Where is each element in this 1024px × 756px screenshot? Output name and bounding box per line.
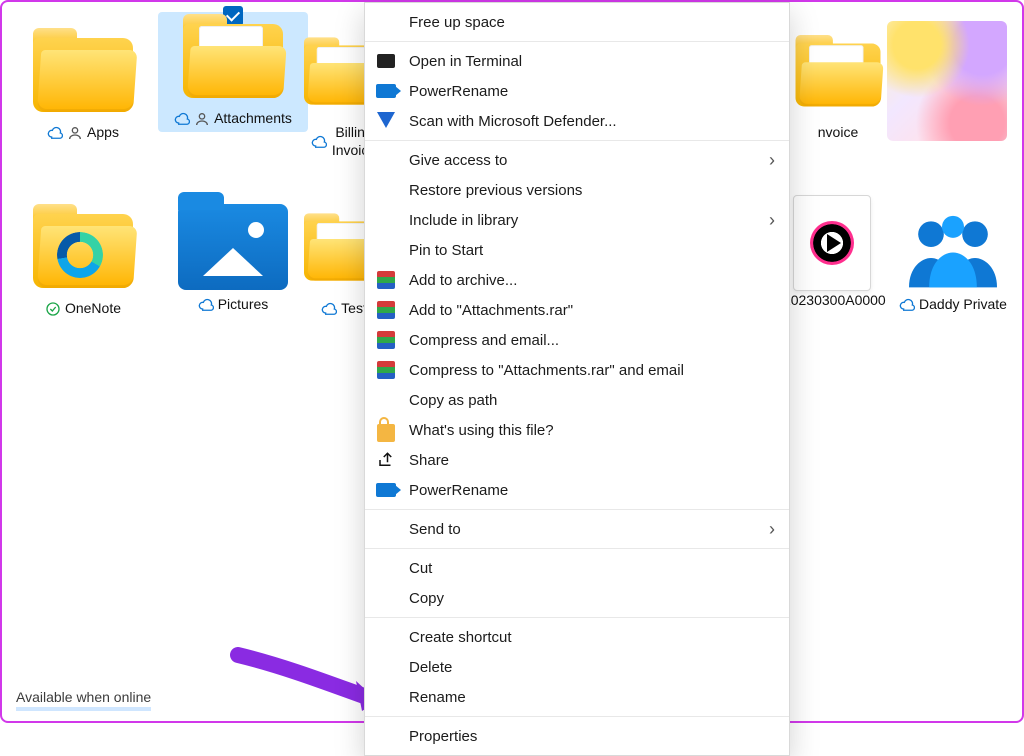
chevron-right-icon: › [769, 519, 775, 540]
people-icon [898, 202, 1008, 292]
menu-free-up-space[interactable]: Free up space [365, 7, 789, 37]
status-bar: Available when online [16, 689, 151, 711]
cloud-icon [174, 111, 190, 127]
menu-open-terminal[interactable]: Open in Terminal [365, 46, 789, 76]
separator [365, 41, 789, 42]
blank-icon [375, 239, 397, 261]
item-label: OneNote [65, 300, 121, 318]
item-label: -20230300A0000 [778, 292, 885, 310]
menu-send-to[interactable]: Send to › [365, 514, 789, 544]
chevron-right-icon: › [769, 150, 775, 171]
item-label: Daddy Private [919, 296, 1007, 314]
menu-powerrename-2[interactable]: PowerRename [365, 475, 789, 505]
menu-compress-email[interactable]: Compress and email... [365, 325, 789, 355]
item-label: Apps [87, 124, 119, 142]
item-label: nvoice [818, 124, 858, 142]
separator [365, 509, 789, 510]
cloud-icon [321, 301, 337, 317]
rar-icon [375, 299, 397, 321]
menu-compress-rar-email[interactable]: Compress to "Attachments.rar" and email [365, 355, 789, 385]
menu-create-shortcut[interactable]: Create shortcut [365, 622, 789, 652]
video-file-icon [777, 198, 887, 288]
chevron-right-icon: › [769, 210, 775, 231]
folder-item-onenote[interactable]: OneNote [8, 202, 158, 322]
menu-properties[interactable]: Properties [365, 721, 789, 751]
menu-pin-start[interactable]: Pin to Start [365, 235, 789, 265]
blank-icon [375, 179, 397, 201]
folder-icon [28, 30, 138, 120]
file-item-daddy-private[interactable]: Daddy Private [878, 198, 1024, 318]
separator [365, 140, 789, 141]
cloud-icon [47, 125, 63, 141]
item-label: Attachments [214, 110, 292, 128]
rar-icon [375, 269, 397, 291]
separator [365, 617, 789, 618]
blank-icon [375, 725, 397, 747]
menu-share[interactable]: Share [365, 445, 789, 475]
menu-delete[interactable]: Delete [365, 652, 789, 682]
folder-icon [28, 206, 138, 296]
shield-icon [375, 110, 397, 132]
blank-icon [375, 389, 397, 411]
image-icon [882, 16, 1012, 146]
item-label: Pictures [218, 296, 269, 314]
person-icon [67, 125, 83, 141]
blank-icon [375, 626, 397, 648]
blank-icon [375, 587, 397, 609]
menu-add-archive[interactable]: Add to archive... [365, 265, 789, 295]
share-icon [375, 449, 397, 471]
context-menu: Free up space Open in Terminal PowerRena… [364, 2, 790, 756]
folder-item-apps[interactable]: Apps [8, 26, 158, 146]
powerrename-icon [375, 479, 397, 501]
synced-icon [45, 301, 61, 317]
blank-icon [375, 686, 397, 708]
blank-icon [375, 518, 397, 540]
rar-icon [375, 329, 397, 351]
blank-icon [375, 557, 397, 579]
file-item-video[interactable]: -20230300A0000 [772, 194, 892, 314]
lock-icon [375, 419, 397, 441]
menu-restore-versions[interactable]: Restore previous versions [365, 175, 789, 205]
menu-give-access[interactable]: Give access to › [365, 145, 789, 175]
menu-defender[interactable]: Scan with Microsoft Defender... [365, 106, 789, 136]
cloud-icon [899, 297, 915, 313]
cloud-icon [311, 134, 327, 150]
powerrename-icon [375, 80, 397, 102]
image-item-gradient[interactable] [872, 12, 1022, 150]
terminal-icon [375, 50, 397, 72]
menu-copy-path[interactable]: Copy as path [365, 385, 789, 415]
status-text: Available when online [16, 689, 151, 705]
person-icon [194, 111, 210, 127]
folder-item-attachments[interactable]: Attachments [158, 12, 308, 132]
menu-cut[interactable]: Cut [365, 553, 789, 583]
separator [365, 716, 789, 717]
menu-include-library[interactable]: Include in library › [365, 205, 789, 235]
blank-icon [375, 656, 397, 678]
menu-add-rar[interactable]: Add to "Attachments.rar" [365, 295, 789, 325]
blank-icon [375, 11, 397, 33]
folder-item-pictures[interactable]: Pictures [158, 198, 308, 318]
blank-icon [375, 149, 397, 171]
rar-icon [375, 359, 397, 381]
cloud-icon [198, 297, 214, 313]
separator [365, 548, 789, 549]
blank-icon [375, 209, 397, 231]
item-label: Test [341, 300, 367, 318]
menu-rename[interactable]: Rename [365, 682, 789, 712]
menu-whats-using[interactable]: What's using this file? [365, 415, 789, 445]
pictures-folder-icon [178, 202, 288, 292]
menu-powerrename[interactable]: PowerRename [365, 76, 789, 106]
menu-copy[interactable]: Copy [365, 583, 789, 613]
folder-icon [178, 16, 288, 106]
